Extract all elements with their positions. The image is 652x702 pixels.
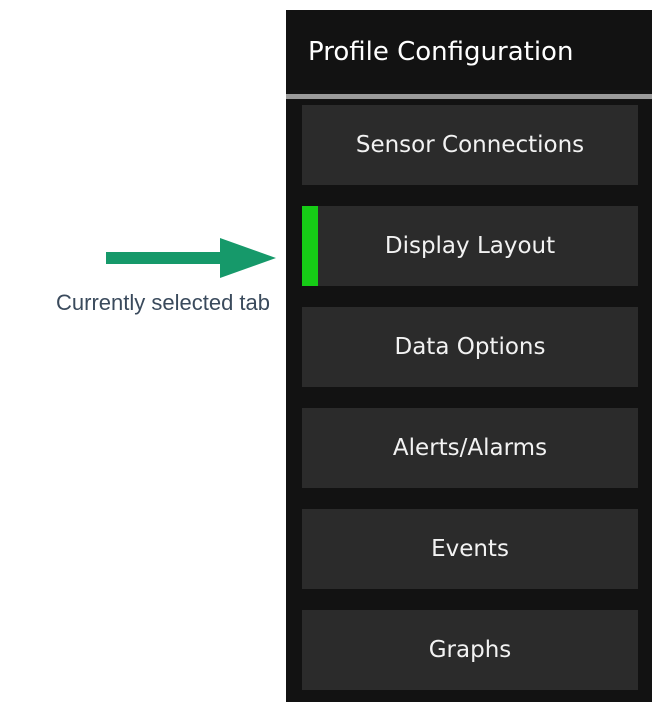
tab-events[interactable]: Events <box>302 509 638 589</box>
tab-alerts-alarms[interactable]: Alerts/Alarms <box>302 408 638 488</box>
tab-label: Events <box>431 536 509 562</box>
tab-sensor-connections[interactable]: Sensor Connections <box>302 105 638 185</box>
tab-label: Display Layout <box>384 233 556 259</box>
panel-title: Profile Configuration <box>308 37 574 67</box>
tab-label: Graphs <box>428 637 512 663</box>
tab-label: Alerts/Alarms <box>392 435 548 461</box>
selected-tab-indicator <box>302 206 318 286</box>
annotation: Currently selected tab <box>0 0 286 702</box>
annotation-label: Currently selected tab <box>56 290 270 315</box>
tab-data-options[interactable]: Data Options <box>302 307 638 387</box>
tab-graphs[interactable]: Graphs <box>302 610 638 690</box>
tab-label: Data Options <box>394 334 546 360</box>
tab-label: Sensor Connections <box>355 132 585 158</box>
arrow-right-icon <box>106 238 276 278</box>
profile-configuration-panel: Profile Configuration Sensor Connections… <box>286 10 652 702</box>
tab-display-layout[interactable]: Display Layout <box>302 206 638 286</box>
header-divider <box>286 94 652 99</box>
